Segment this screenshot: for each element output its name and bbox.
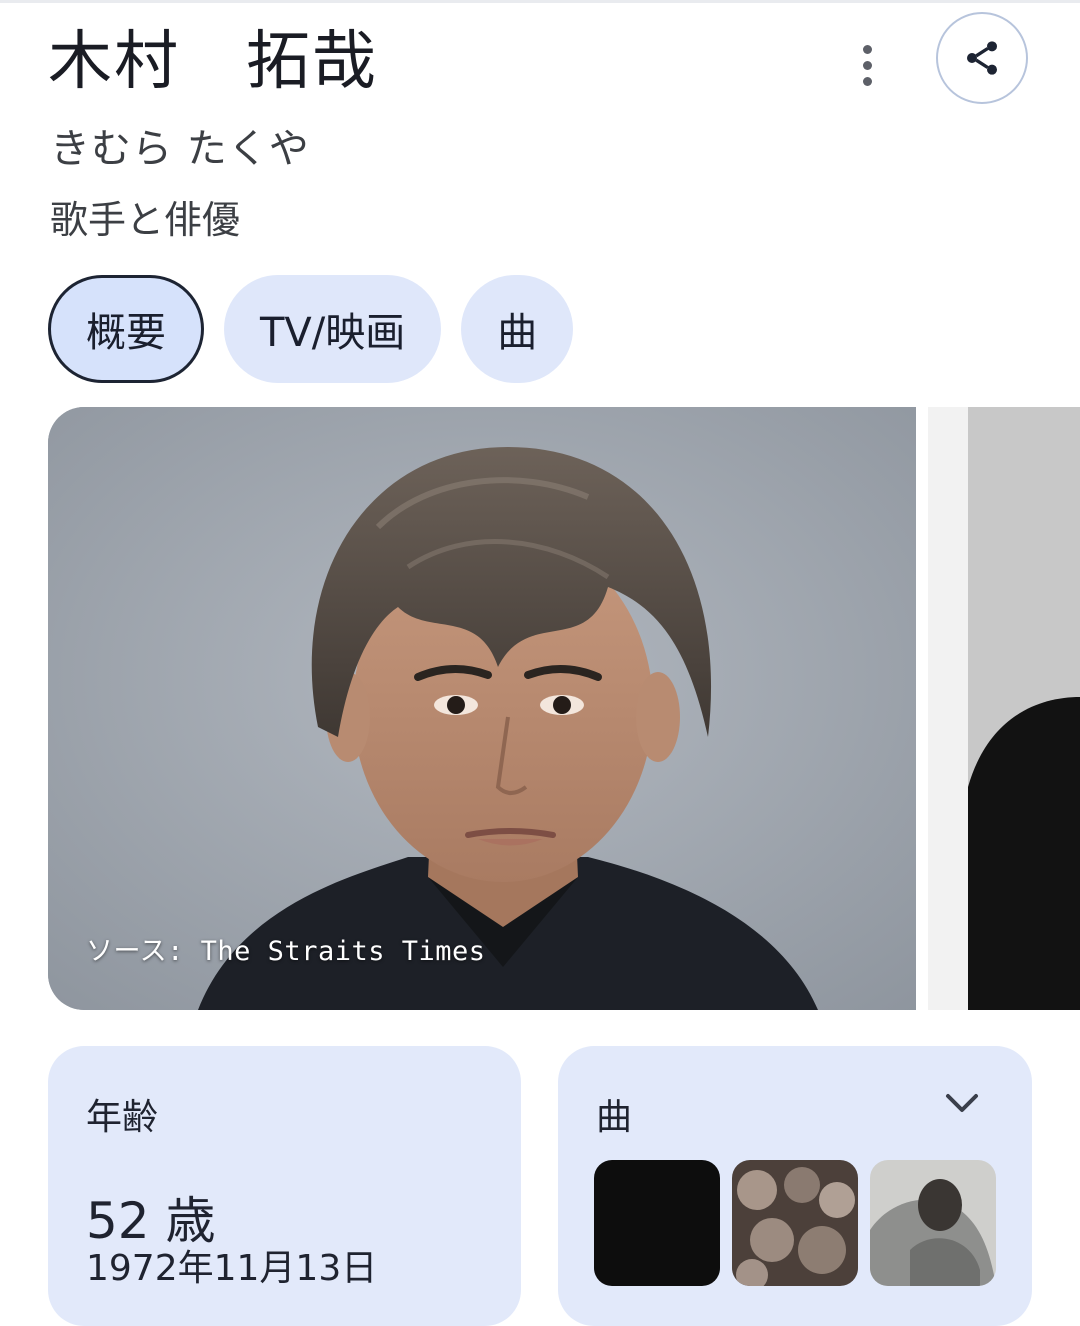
song-thumbnail[interactable] (870, 1160, 996, 1286)
portrait-image (48, 407, 916, 1010)
birth-date: 1972年11月13日 (86, 1248, 378, 1289)
song-thumbnail[interactable] (732, 1160, 858, 1286)
age-card[interactable]: 年齢 52 歳 1972年11月13日 (48, 1046, 521, 1326)
songs-card[interactable]: 曲 (558, 1046, 1032, 1326)
next-photo-preview[interactable] (928, 407, 1080, 1010)
tab-songs[interactable]: 曲 (461, 275, 574, 383)
entity-title: 木村 拓哉 (48, 25, 378, 99)
tab-tv-movies[interactable]: TV/映画 (224, 275, 442, 383)
share-icon (967, 41, 997, 75)
image-source-caption: ソース: The Straits Times (86, 936, 486, 967)
songs-label: 曲 (596, 1097, 633, 1138)
song-thumbnail[interactable] (594, 1160, 720, 1286)
more-options-button[interactable] (842, 40, 892, 90)
top-divider (0, 0, 1080, 3)
share-button[interactable] (936, 12, 1028, 104)
tab-overview[interactable]: 概要 (48, 275, 204, 383)
entity-description: 歌手と俳優 (50, 198, 241, 242)
tab-bar: 概要 TV/映画 曲 (48, 275, 574, 383)
chevron-down-icon[interactable] (942, 1088, 982, 1118)
age-label: 年齢 (86, 1097, 159, 1138)
more-vert-icon (862, 44, 872, 54)
entity-reading: きむら たくや (50, 126, 310, 172)
main-photo[interactable]: ソース: The Straits Times (48, 407, 916, 1010)
